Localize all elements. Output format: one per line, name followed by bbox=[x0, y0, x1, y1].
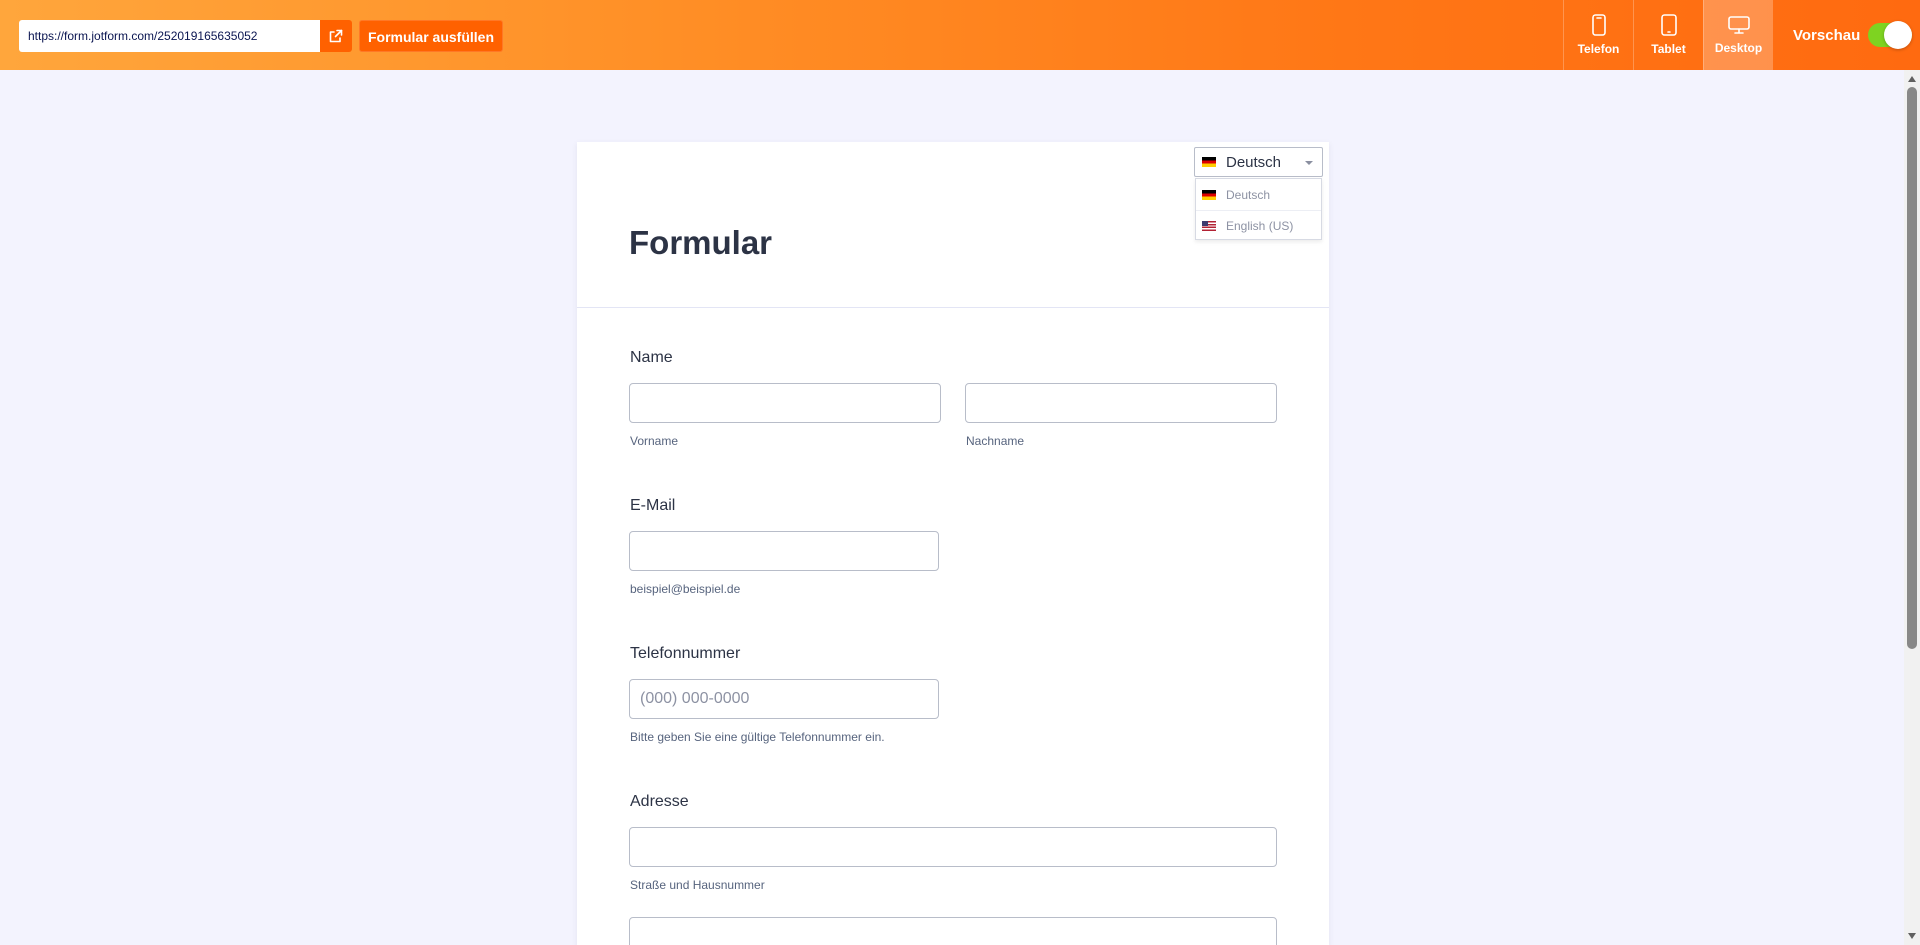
language-dropdown: Deutsch English (US) bbox=[1195, 178, 1322, 240]
language-option-deutsch[interactable]: Deutsch bbox=[1196, 179, 1321, 210]
email-label: E-Mail bbox=[630, 497, 676, 514]
device-phone-button[interactable]: Telefon bbox=[1563, 0, 1633, 70]
phone-label: Telefonnummer bbox=[630, 645, 741, 662]
first-name-input[interactable] bbox=[629, 383, 941, 423]
preview-label: Vorschau bbox=[1793, 26, 1861, 44]
us-flag-icon bbox=[1202, 221, 1216, 231]
preview-toggle[interactable] bbox=[1868, 21, 1913, 49]
language-option-label: Deutsch bbox=[1226, 187, 1271, 202]
scroll-down-arrow-icon[interactable] bbox=[1908, 933, 1916, 939]
address-label: Adresse bbox=[630, 793, 689, 810]
street-address-input[interactable] bbox=[629, 827, 1277, 867]
toggle-knob bbox=[1884, 21, 1913, 49]
form-card: Formular Deutsch Deutsch English (US) Na… bbox=[577, 142, 1329, 945]
scroll-up-arrow-icon[interactable] bbox=[1908, 76, 1916, 82]
preview-toolbar: https://form.jotform.com/252019165635052… bbox=[0, 0, 1920, 70]
language-select[interactable]: Deutsch bbox=[1194, 147, 1323, 177]
language-selected: Deutsch bbox=[1226, 153, 1282, 171]
phone-icon bbox=[1591, 14, 1606, 36]
name-label: Name bbox=[630, 349, 673, 366]
email-sublabel: beispiel@beispiel.de bbox=[630, 582, 741, 596]
language-option-label: English (US) bbox=[1226, 219, 1294, 233]
german-flag-icon bbox=[1202, 189, 1216, 200]
device-phone-label: Telefon bbox=[1577, 42, 1620, 56]
last-name-sublabel: Nachname bbox=[966, 434, 1025, 448]
open-url-button[interactable] bbox=[320, 20, 352, 52]
form-title: Formular bbox=[629, 224, 773, 261]
fill-form-button[interactable]: Formular ausfüllen bbox=[359, 20, 503, 52]
tablet-icon bbox=[1660, 14, 1677, 36]
chevron-down-icon bbox=[1305, 161, 1313, 165]
scrollbar-thumb[interactable] bbox=[1907, 87, 1917, 649]
street-address-line2-input[interactable] bbox=[629, 917, 1277, 945]
preview-control: Vorschau bbox=[1793, 0, 1913, 70]
email-input[interactable] bbox=[629, 531, 939, 571]
device-tablet-label: Tablet bbox=[1651, 42, 1686, 56]
first-name-sublabel: Vorname bbox=[630, 434, 679, 448]
desktop-icon bbox=[1727, 16, 1750, 34]
language-option-english[interactable]: English (US) bbox=[1196, 210, 1321, 241]
last-name-input[interactable] bbox=[965, 383, 1277, 423]
street-address-sublabel: Straße und Hausnummer bbox=[630, 878, 765, 892]
phone-input[interactable] bbox=[629, 679, 939, 719]
device-switcher: Telefon Tablet Desktop bbox=[1563, 0, 1773, 70]
german-flag-icon bbox=[1202, 157, 1216, 167]
page-scrollbar[interactable] bbox=[1904, 70, 1920, 945]
device-desktop-button[interactable]: Desktop bbox=[1703, 0, 1773, 70]
phone-sublabel: Bitte geben Sie eine gültige Telefonnumm… bbox=[630, 730, 885, 744]
device-tablet-button[interactable]: Tablet bbox=[1633, 0, 1703, 70]
device-desktop-label: Desktop bbox=[1714, 41, 1763, 55]
external-link-icon bbox=[329, 29, 343, 43]
form-url-field[interactable]: https://form.jotform.com/252019165635052 bbox=[19, 20, 320, 52]
